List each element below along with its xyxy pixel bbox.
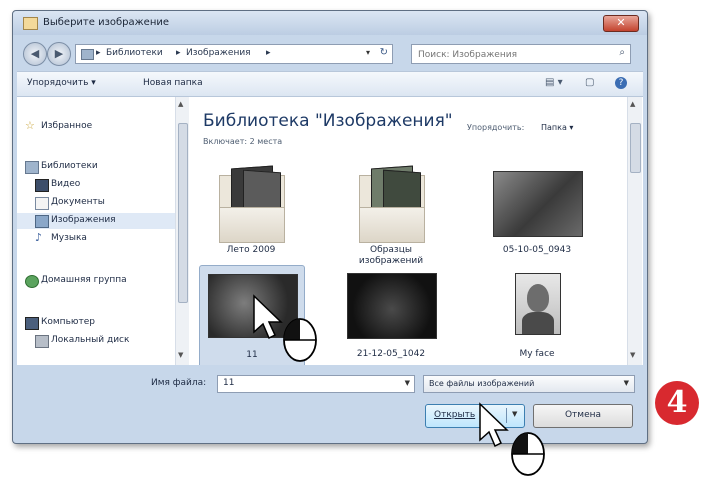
sidebar-item-pictures[interactable]: Изображения — [17, 213, 175, 229]
file-item[interactable]: 05-10-05_0943 — [485, 161, 589, 263]
cursor-icon — [479, 402, 545, 476]
window-icon — [23, 17, 38, 30]
chevron-down-icon[interactable]: ▼ — [624, 379, 629, 387]
step-marker: 4 — [655, 381, 699, 425]
crumb-separator: ▸ — [96, 48, 101, 58]
file-name: 21-12-05_1042 — [356, 349, 426, 359]
homegroup-icon — [25, 275, 39, 288]
scroll-down-icon[interactable]: ▼ — [630, 351, 635, 359]
sidebar-item-music[interactable]: ♪ Музыка — [17, 231, 175, 247]
sidebar-item-libraries[interactable]: Библиотеки — [17, 159, 175, 175]
file-name-value: 11 — [223, 378, 235, 388]
folder-icon — [219, 165, 285, 243]
view-options-icon[interactable]: ▤ ▾ — [545, 77, 563, 88]
crumb-pictures[interactable]: Изображения — [186, 48, 251, 58]
file-name-label: Имя файла: — [151, 378, 207, 388]
sidebar-item-local-disk[interactable]: Локальный диск — [17, 333, 175, 349]
search-box[interactable]: ⌕ — [411, 44, 631, 64]
title-bar: Выберите изображение ✕ — [13, 11, 647, 35]
search-icon[interactable]: ⌕ — [619, 47, 625, 58]
computer-icon — [25, 317, 39, 330]
file-item[interactable]: Образцы изображений — [339, 161, 443, 266]
file-name: 05-10-05_0943 — [502, 245, 572, 255]
navigation-pane: ☆ Избранное Библиотеки Видео Документы И… — [17, 97, 176, 365]
sidebar-item-homegroup[interactable]: Домашняя группа — [17, 273, 175, 289]
scroll-up-icon[interactable]: ▲ — [178, 100, 183, 108]
library-includes[interactable]: Включает: 2 места — [203, 137, 282, 146]
library-title: Библиотека "Изображения" — [203, 111, 453, 131]
window-title: Выберите изображение — [43, 17, 170, 28]
libraries-icon — [25, 161, 39, 174]
file-name-field[interactable]: 11 ▼ — [217, 375, 415, 393]
cursor-icon — [253, 294, 317, 362]
back-button[interactable]: ◀ — [23, 42, 47, 66]
scroll-up-icon[interactable]: ▲ — [630, 100, 635, 108]
scroll-down-icon[interactable]: ▼ — [178, 351, 183, 359]
pictures-icon — [35, 215, 49, 228]
scroll-thumb[interactable] — [178, 123, 188, 303]
sidebar-item-video[interactable]: Видео — [17, 177, 175, 193]
search-input[interactable] — [416, 47, 600, 62]
file-list-scrollbar[interactable]: ▲ ▼ — [627, 97, 642, 365]
library-icon — [81, 49, 94, 60]
crumb-separator: ▸ — [266, 48, 271, 58]
help-icon[interactable]: ? — [615, 77, 627, 89]
file-item[interactable]: My face — [485, 265, 589, 365]
video-icon — [35, 179, 49, 192]
navigation-scrollbar[interactable]: ▲ ▼ — [175, 97, 189, 365]
organize-button[interactable]: Упорядочить ▾ — [27, 78, 96, 88]
chevron-down-icon[interactable]: ▼ — [405, 379, 410, 387]
preview-pane-icon[interactable]: ▢ — [585, 77, 594, 88]
file-item[interactable]: 21-12-05_1042 — [339, 265, 443, 365]
file-name: Лето 2009 — [226, 245, 276, 255]
address-dropdown-icon[interactable]: ▾ — [366, 48, 370, 57]
sidebar-item-computer[interactable]: Компьютер — [17, 315, 175, 331]
music-icon: ♪ — [35, 231, 43, 244]
open-file-dialog: Выберите изображение ✕ ◀ ▶ ▸ Библиотеки … — [12, 10, 648, 444]
file-type-select[interactable]: Все файлы изображений ▼ — [423, 375, 635, 393]
mouse-icon — [283, 318, 317, 362]
refresh-icon[interactable]: ↻ — [380, 47, 388, 58]
file-name: My face — [519, 349, 555, 359]
new-folder-button[interactable]: Новая папка — [143, 78, 203, 88]
file-type-value: Все файлы изображений — [429, 379, 535, 388]
content-area: ☆ Избранное Библиотеки Видео Документы И… — [17, 97, 643, 365]
forward-button[interactable]: ▶ — [47, 42, 71, 66]
sidebar-item-favorites[interactable]: ☆ Избранное — [17, 119, 175, 135]
crumb-libraries[interactable]: Библиотеки — [106, 48, 163, 58]
crumb-separator: ▸ — [176, 48, 181, 58]
sidebar-item-documents[interactable]: Документы — [17, 195, 175, 211]
star-icon: ☆ — [25, 119, 35, 132]
command-bar: Упорядочить ▾ Новая папка ▤ ▾ ▢ ? — [17, 71, 643, 97]
photo-thumbnail — [515, 273, 561, 335]
mouse-icon — [511, 432, 545, 476]
close-button[interactable]: ✕ — [603, 15, 639, 32]
folder-icon — [359, 165, 425, 243]
arrange-by-dropdown[interactable]: Папка ▾ — [541, 123, 573, 132]
disk-icon — [35, 335, 49, 348]
documents-icon — [35, 197, 49, 210]
file-name: Образцы изображений — [358, 245, 424, 266]
address-bar[interactable]: ▸ Библиотеки ▸ Изображения ▸ ▾ ↻ — [75, 44, 393, 64]
scroll-thumb[interactable] — [630, 123, 641, 173]
photo-thumbnail — [493, 171, 583, 237]
arrange-by-label: Упорядочить: — [467, 123, 525, 132]
photo-thumbnail — [347, 273, 437, 339]
file-item[interactable]: Лето 2009 — [199, 161, 303, 263]
open-button-label: Открыть — [434, 410, 476, 420]
